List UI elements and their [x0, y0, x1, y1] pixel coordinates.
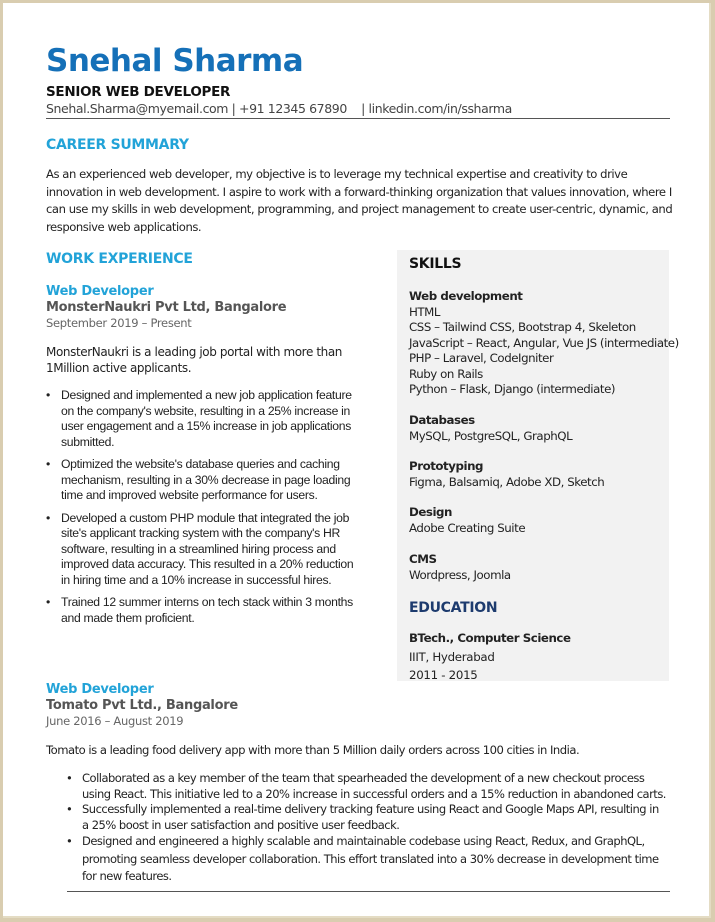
skill-item: HTML — [409, 304, 441, 319]
contact-line: Snehal.Sharma@myemail.com | +91 12345 67… — [46, 101, 512, 116]
skill-group-cms: CMS Wordpress, Joomla — [409, 552, 511, 583]
job-description: Tomato is a leading food delivery app wi… — [46, 743, 580, 757]
education-years: 2011 - 2015 — [409, 668, 478, 682]
skill-item: Python – Flask, Django (intermediate) — [409, 382, 616, 396]
job-bullets: Designed and implemented a new job appli… — [46, 388, 364, 626]
header-divider — [46, 118, 670, 119]
skill-group-prototyping: Prototyping Figma, Balsamiq, Adobe XD, S… — [409, 459, 605, 490]
education-degree: BTech., Computer Science — [409, 631, 571, 645]
skill-item: Figma, Balsamiq, Adobe XD, Sketch — [409, 474, 605, 489]
skill-item: PHP – Laravel, CodeIgniter — [409, 351, 554, 365]
skill-item: MySQL, PostgreSQL, GraphQL — [409, 428, 573, 443]
career-summary-text: As an experienced web developer, my obje… — [46, 167, 673, 234]
job-bullet: Designed and implemented a new job appli… — [46, 388, 364, 450]
skill-group-design: Design Adobe Creating Suite — [409, 505, 526, 536]
candidate-name: Snehal Sharma — [46, 43, 304, 79]
skill-item: Wordpress, Joomla — [409, 567, 511, 582]
education-heading: EDUCATION — [409, 600, 498, 616]
skill-category: Prototyping — [409, 459, 484, 473]
skills-heading: SKILLS — [409, 256, 462, 272]
skill-category: CMS — [409, 552, 437, 566]
job-description: MonsterNaukri is a leading job portal wi… — [46, 345, 343, 375]
education-school: IIIT, Hyderabad — [409, 650, 495, 664]
job-dates: June 2016 – August 2019 — [46, 714, 184, 728]
career-summary-heading: CAREER SUMMARY — [46, 137, 189, 153]
job-bullets: Collaborated as a key member of the team… — [46, 771, 666, 886]
skill-item: Ruby on Rails — [409, 366, 483, 381]
candidate-role: SENIOR WEB DEVELOPER — [46, 84, 231, 100]
job-dates: September 2019 – Present — [46, 316, 192, 330]
job-entry: Web Developer Tomato Pvt Ltd., Bangalore… — [46, 682, 676, 886]
job-entry: Web Developer MonsterNaukri Pvt Ltd, Ban… — [46, 284, 366, 633]
skill-category: Web development — [409, 289, 523, 303]
skill-item: CSS – Tailwind CSS, Bootstrap 4, Skeleto… — [409, 320, 636, 334]
skill-group-web-development: Web development HTML CSS – Tailwind CSS,… — [409, 289, 679, 398]
skill-category: Design — [409, 505, 453, 519]
job-title: Web Developer — [46, 284, 154, 299]
skill-group-databases: Databases MySQL, PostgreSQL, GraphQL — [409, 413, 573, 444]
skills-panel: SKILLS Web development HTML CSS – Tailwi… — [397, 250, 679, 682]
job-company: MonsterNaukri Pvt Ltd, Bangalore — [46, 300, 287, 315]
work-experience-heading: WORK EXPERIENCE — [46, 251, 193, 267]
job-bullet: Collaborated as a key member of the team… — [46, 771, 666, 802]
job-bullet: Designed and engineered a highly scalabl… — [46, 833, 666, 886]
skill-category: Databases — [409, 413, 475, 427]
job-bullet: Trained 12 summer interns on tech stack … — [46, 595, 364, 626]
job-bullet: Optimized the website's database queries… — [46, 457, 364, 504]
skill-item: Adobe Creating Suite — [409, 520, 526, 535]
footer-divider — [67, 891, 670, 892]
job-bullet: Successfully implemented a real-time del… — [46, 802, 666, 833]
job-title: Web Developer — [46, 682, 154, 697]
skill-item: JavaScript – React, Angular, Vue JS (int… — [409, 335, 679, 350]
job-bullet: Developed a custom PHP module that integ… — [46, 511, 364, 589]
resume-page: Snehal Sharma SENIOR WEB DEVELOPER Sneha… — [3, 3, 711, 918]
job-company: Tomato Pvt Ltd., Bangalore — [46, 698, 238, 713]
